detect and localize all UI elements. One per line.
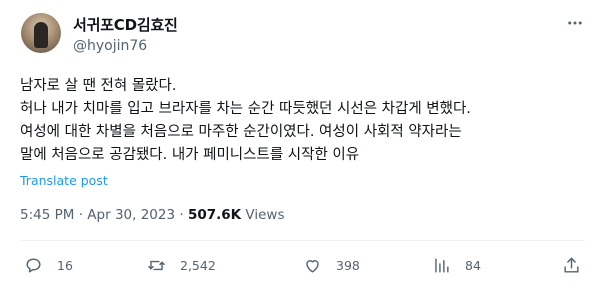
tweet-meta: 5:45 PM · Apr 30, 2023 · 507.6K Views (20, 207, 285, 223)
reply-button[interactable]: 16 (24, 256, 73, 275)
views-label: Views (245, 207, 285, 223)
bookmark-count: 84 (465, 258, 481, 273)
avatar[interactable] (21, 13, 61, 53)
reply-icon (26, 258, 41, 273)
author-handle[interactable]: @hyojin76 (73, 38, 147, 54)
tweet-line: 여성에 대한 차별을 처음으로 마주한 순간이였다. 여성이 사회적 약자라는 (20, 124, 462, 140)
tweet-line: 말에 처음으로 공감됐다. 내가 페미니스트를 시작한 이유 (20, 147, 360, 163)
reply-count: 16 (57, 258, 73, 273)
tweet-date[interactable]: Apr 30, 2023 (87, 207, 175, 223)
translate-post-link[interactable]: Translate post (20, 173, 108, 188)
tweet-line: 남자로 살 땐 전혀 몰랐다. (20, 78, 177, 94)
meta-separator: · (78, 207, 83, 223)
like-icon (306, 260, 319, 273)
repost-button[interactable]: 2,542 (147, 256, 216, 275)
action-bar: 16 2,542 398 84 (0, 256, 601, 278)
bookmark-button[interactable]: 84 (432, 256, 481, 275)
repost-icon (148, 260, 165, 271)
tweet-time[interactable]: 5:45 PM (20, 207, 74, 223)
divider (20, 240, 585, 241)
avatar-figure (34, 22, 48, 48)
tweet-text: 남자로 살 땐 전혀 몰랐다. 허나 내가 치마를 입고 브라자를 차는 순간 … (20, 75, 585, 167)
author-display-name[interactable]: 서귀포CD김효진 (73, 14, 178, 35)
more-icon[interactable] (564, 12, 586, 34)
bookmark-icon (435, 258, 449, 273)
views-count: 507.6K (187, 207, 242, 223)
share-button[interactable] (562, 256, 581, 275)
like-count: 398 (336, 258, 360, 273)
tweet-line: 허나 내가 치마를 입고 브라자를 차는 순간 따듯했던 시선은 차갑게 변했다… (20, 101, 471, 117)
repost-count: 2,542 (180, 258, 216, 273)
meta-separator: · (179, 207, 184, 223)
like-button[interactable]: 398 (303, 256, 360, 275)
share-icon (564, 257, 579, 273)
